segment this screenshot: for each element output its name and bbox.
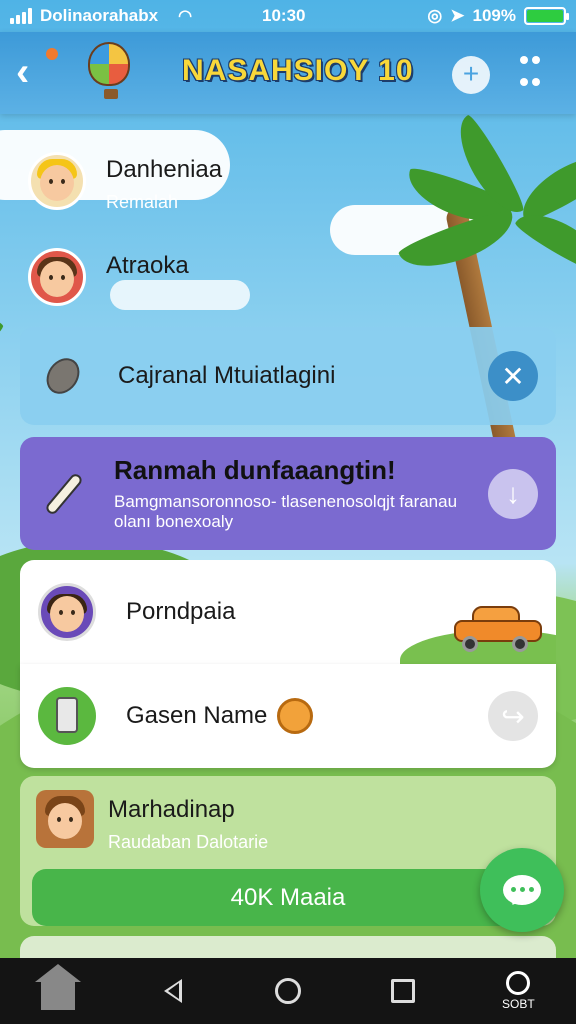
nav-back-button[interactable]	[143, 961, 203, 1021]
contact-row[interactable]: Atraoka	[28, 248, 189, 306]
add-button[interactable]: +	[452, 56, 490, 94]
search-card-text: Cajranal Mtuiatlagini	[118, 362, 488, 390]
avatar	[28, 248, 86, 306]
palm-frond	[511, 142, 576, 227]
nav-circle-button[interactable]	[258, 961, 318, 1021]
wifi-icon: ◠	[178, 8, 193, 25]
circle-icon	[274, 978, 301, 1004]
back-button[interactable]: ‹	[16, 48, 58, 94]
badge-icon	[277, 698, 314, 734]
search-card-title: Cajranal Mtuiatlagini	[118, 362, 336, 389]
close-button[interactable]: ✕	[488, 351, 538, 401]
signal-icon	[10, 8, 32, 24]
profile-title: Marhadinap	[108, 796, 235, 823]
share-arrow-icon: ↪	[501, 700, 525, 732]
list-item[interactable]: Gasen Name ↪	[20, 664, 556, 768]
avatar	[36, 790, 94, 848]
chat-fab-button[interactable]	[480, 848, 564, 932]
alarm-icon: ◎	[427, 6, 443, 25]
battery-text: 109%	[472, 6, 516, 25]
clock: 10:30	[262, 6, 306, 25]
contact-name: Atraoka	[106, 252, 189, 279]
plus-icon: +	[462, 58, 480, 89]
close-icon: ✕	[501, 360, 525, 392]
list-item-title: Gasen Name	[126, 702, 268, 729]
contact-row[interactable]: Danheniaa Remalah	[28, 152, 222, 213]
chat-bubble-icon	[503, 875, 541, 905]
share-button[interactable]: ↪	[488, 691, 538, 741]
promo-card[interactable]: Ranmah dunfaaangtin! Bamgmansoronnoso- t…	[20, 437, 556, 550]
notification-dot	[46, 48, 58, 60]
action-button[interactable]: 40K Maaia	[32, 869, 544, 926]
palm-frond	[0, 290, 6, 350]
nav-extra-button[interactable]: SOBT	[488, 961, 548, 1021]
app-title: NASAHSIOY 10	[182, 54, 414, 87]
profile-subtitle: Raudaban Dalotarie	[108, 832, 269, 852]
car-illustration	[454, 604, 544, 652]
search-card[interactable]: Cajranal Mtuiatlagini ✕	[20, 327, 556, 425]
avatar	[28, 152, 86, 210]
download-button[interactable]: ↓	[488, 468, 538, 519]
app-header: ‹ NASAHSIOY 10 +	[0, 32, 576, 114]
hot-air-balloon-logo	[88, 42, 134, 104]
more-options-button[interactable]	[520, 56, 544, 94]
nav-extra-label: SOBT	[502, 997, 535, 1011]
profile-card[interactable]: Marhadinap Raudaban Dalotarie 40K Maaia	[20, 776, 556, 926]
back-arrow-icon: ‹	[16, 50, 30, 94]
download-arrow-icon: ↓	[506, 477, 520, 509]
system-nav-bar: SOBT	[0, 958, 576, 1024]
list-item-text: Gasen Name	[126, 698, 488, 734]
battery-icon	[524, 7, 569, 25]
promo-card-text: Ranmah dunfaaangtin! Bamgmansoronnoso- t…	[114, 455, 488, 532]
promo-title: Ranmah dunfaaangtin!	[114, 455, 396, 485]
back-triangle-icon	[163, 979, 182, 1003]
carrier-name: Dolinaorahabx	[40, 6, 159, 25]
square-icon	[391, 979, 416, 1003]
phone-icon	[38, 687, 96, 745]
microphone-icon	[38, 351, 88, 401]
location-icon: ➤	[450, 6, 465, 25]
palm-frond	[0, 331, 7, 395]
promo-description: Bamgmansoronnoso- tlasenenosolqjt farana…	[114, 492, 458, 531]
avatar	[38, 583, 96, 641]
pencil-icon	[38, 468, 90, 520]
nav-recents-button[interactable]	[373, 961, 433, 1021]
contact-name: Danheniaa	[106, 156, 223, 183]
home-icon	[34, 964, 81, 1010]
nav-home-button[interactable]	[28, 961, 88, 1021]
contact-subtitle: Remalah	[106, 192, 179, 212]
status-bar: Dolinaorahabx ◠ 10:30 ◎ ➤ 109%	[0, 0, 576, 32]
ring-icon	[506, 971, 531, 995]
